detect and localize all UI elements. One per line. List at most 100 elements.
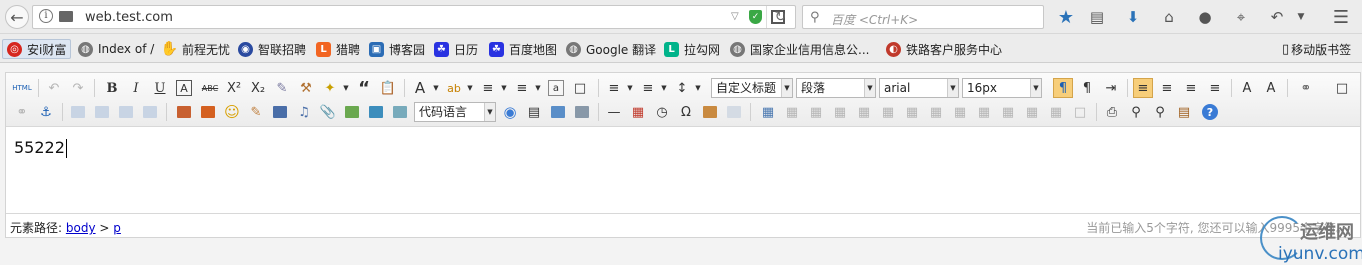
align-justify-icon[interactable]: ≡ [1205, 78, 1225, 98]
eraser-icon[interactable]: ✎ [272, 78, 292, 98]
delete-row-icon[interactable]: ▦ [854, 102, 874, 122]
search-bar[interactable]: ⚲ 百度 <Ctrl+K> [802, 5, 1044, 29]
clear-doc-icon[interactable]: □ [570, 78, 590, 98]
google-map-icon[interactable] [366, 102, 386, 122]
chevron-down-icon[interactable]: ▼ [494, 78, 514, 98]
bookmark-item[interactable]: ◍ Index of / [78, 39, 154, 59]
split-to-rows-icon[interactable]: ▦ [1022, 102, 1042, 122]
blockquote-icon[interactable]: “ [354, 78, 374, 99]
editor-content[interactable]: 55222 [6, 128, 1360, 212]
snapscreen-icon[interactable] [700, 102, 720, 122]
bookmark-item[interactable]: ☘ 百度地图 [489, 39, 557, 59]
undo-icon[interactable]: ↶ [44, 78, 64, 98]
font-family-select[interactable]: arial ▼ [879, 78, 959, 98]
path-p-link[interactable]: p [113, 221, 121, 235]
reload-button[interactable]: ↻ [766, 6, 794, 28]
chevron-down-icon[interactable]: ▼ [620, 78, 640, 98]
select-all-icon[interactable]: a [548, 80, 564, 96]
bookmark-item[interactable]: ☘ 日历 [434, 39, 478, 59]
image-none-icon[interactable] [68, 102, 88, 122]
merge-right-icon[interactable]: ▦ [950, 102, 970, 122]
chevron-down-icon[interactable]: ▼ [426, 78, 446, 98]
template-icon[interactable]: ◉ [500, 102, 520, 122]
link-icon[interactable]: ⚭ [1296, 78, 1316, 98]
chevron-down-icon[interactable]: ▼ [460, 78, 480, 98]
pagebreak-icon[interactable]: ▤ [524, 102, 544, 122]
unlink-icon[interactable]: ⚭ [12, 102, 32, 122]
align-right-icon[interactable]: ≡ [1181, 78, 1201, 98]
redo-icon[interactable]: ↷ [68, 78, 88, 98]
bookmark-item[interactable]: L 拉勾网 [664, 39, 720, 59]
menu-icon[interactable]: ☰ [1330, 6, 1352, 28]
subscript-icon[interactable]: X₂ [248, 78, 268, 98]
align-left-icon[interactable]: ≡ [1133, 78, 1153, 98]
chat-icon[interactable]: ● [1194, 6, 1216, 28]
bookmark-star-icon[interactable]: ★ [1055, 6, 1077, 28]
bookmark-item[interactable]: ◉ 智联招聘 [238, 39, 306, 59]
font-border-icon[interactable]: A [176, 80, 192, 96]
bookmark-item[interactable]: ◍ 国家企业信用信息公... [730, 39, 869, 59]
chevron-down-icon[interactable]: ▼ [336, 78, 356, 98]
simple-upload-icon[interactable] [174, 102, 194, 122]
insert-video-icon[interactable] [270, 102, 290, 122]
chevron-down-icon[interactable]: ▼ [528, 78, 548, 98]
paste-plain-icon[interactable]: 📋 [378, 78, 398, 98]
address-bar[interactable]: i web.test.com ▽ ✓ [32, 5, 796, 29]
music-icon[interactable]: ♫ [294, 102, 314, 122]
underline-icon[interactable]: U [150, 78, 170, 98]
chart-icon[interactable]: □ [1070, 102, 1090, 122]
paragraph-select[interactable]: 段落 ▼ [796, 78, 876, 98]
heading-select[interactable]: 自定义标题 ▼ [711, 78, 793, 98]
to-lowercase-icon[interactable]: A [1261, 78, 1281, 98]
wordimage-icon[interactable] [572, 102, 592, 122]
merge-cells-icon[interactable]: ▦ [926, 102, 946, 122]
image-left-icon[interactable] [92, 102, 112, 122]
url-text[interactable]: web.test.com [85, 10, 173, 25]
insert-image-icon[interactable] [198, 102, 218, 122]
attachment-icon[interactable]: 📎 [318, 102, 338, 122]
anchor-icon[interactable]: ⚓ [36, 102, 56, 122]
code-language-select[interactable]: 代码语言 ▼ [414, 102, 496, 122]
dropdown-icon[interactable]: ▽ [731, 11, 739, 22]
mobile-bookmarks[interactable]: ▯ 移动版书签 [1282, 39, 1351, 59]
bookmark-item[interactable]: L 猎聘 [316, 39, 360, 59]
unlink-icon[interactable]: □ [1332, 78, 1352, 98]
chevron-down-icon[interactable]: ▼ [688, 78, 708, 98]
horizontal-rule-icon[interactable]: — [604, 102, 624, 122]
ltr-direction-icon[interactable]: ¶ [1053, 78, 1073, 98]
strikethrough-icon[interactable]: ABC [200, 78, 220, 98]
superscript-icon[interactable]: X² [224, 78, 244, 98]
search-placeholder[interactable]: 百度 <Ctrl+K> [831, 11, 918, 28]
search-replace-icon[interactable]: ⚲ [1150, 102, 1170, 122]
undo-icon[interactable]: ↶ [1266, 6, 1288, 28]
map-icon[interactable] [342, 102, 362, 122]
reading-list-icon[interactable]: ▤ [1086, 6, 1108, 28]
security-shield-icon[interactable]: ✓ [749, 10, 762, 24]
format-painter-icon[interactable]: ⚒ [296, 78, 316, 98]
bookmark-item[interactable]: ◎ 安i财富 [2, 39, 72, 59]
insert-frame-icon[interactable] [390, 102, 410, 122]
bold-icon[interactable]: B [102, 78, 122, 98]
html-source-icon[interactable]: HTML [12, 78, 32, 98]
bookmark-item[interactable]: ✋ 前程无忧 [161, 39, 230, 59]
drafts-icon[interactable]: ▤ [1174, 102, 1194, 122]
delete-table-icon[interactable]: ▦ [782, 102, 802, 122]
split-to-cells-icon[interactable]: ▦ [998, 102, 1018, 122]
insert-table-icon[interactable]: ▦ [758, 102, 778, 122]
paragraph-text[interactable]: 55222 [14, 138, 65, 157]
preview-icon[interactable]: ⚲ [1126, 102, 1146, 122]
image-center-icon[interactable] [140, 102, 160, 122]
font-size-select[interactable]: 16px ▼ [962, 78, 1042, 98]
home-icon[interactable]: ⌂ [1158, 6, 1180, 28]
crop-icon[interactable]: ⌖ [1230, 6, 1252, 28]
to-uppercase-icon[interactable]: A [1237, 78, 1257, 98]
italic-icon[interactable]: I [126, 78, 146, 98]
bookmark-item[interactable]: ◍ Google 翻译 [566, 39, 656, 59]
special-chars-icon[interactable]: Ω [676, 102, 696, 122]
chevron-down-icon[interactable]: ▼ [654, 78, 674, 98]
path-body-link[interactable]: body [66, 221, 96, 235]
bookmark-item[interactable]: ▣ 博客园 [369, 39, 425, 59]
download-icon[interactable]: ⬇ [1122, 6, 1144, 28]
merge-down-icon[interactable]: ▦ [974, 102, 994, 122]
rtl-direction-icon[interactable]: ¶ [1077, 78, 1097, 98]
